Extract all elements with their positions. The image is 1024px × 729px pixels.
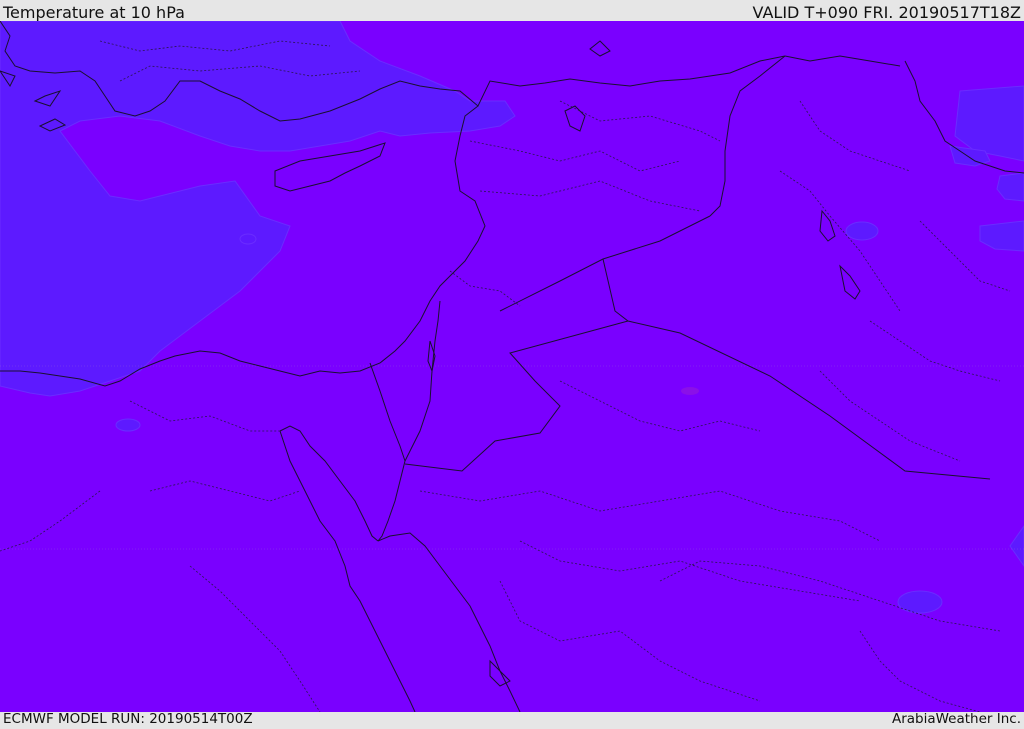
map-title: Temperature at 10 hPa: [3, 3, 185, 22]
cool-region-iran: [845, 221, 879, 241]
cool-region-gulf: [897, 590, 943, 614]
warm-spot: [681, 387, 699, 395]
model-run: ECMWF MODEL RUN: 20190514T00Z: [3, 711, 253, 727]
cool-region-sea-dot: [239, 233, 257, 245]
temperature-field: [0, 21, 1024, 712]
cool-region-egypt: [115, 418, 141, 432]
valid-time: VALID T+090 FRI. 20190517T18Z: [752, 3, 1021, 22]
header-bar: Temperature at 10 hPa VALID T+090 FRI. 2…: [0, 0, 1024, 21]
weather-map: [0, 21, 1024, 712]
footer-bar: ECMWF MODEL RUN: 20190514T00Z ArabiaWeat…: [0, 712, 1024, 729]
credit-label: ArabiaWeather Inc.: [891, 711, 1021, 727]
